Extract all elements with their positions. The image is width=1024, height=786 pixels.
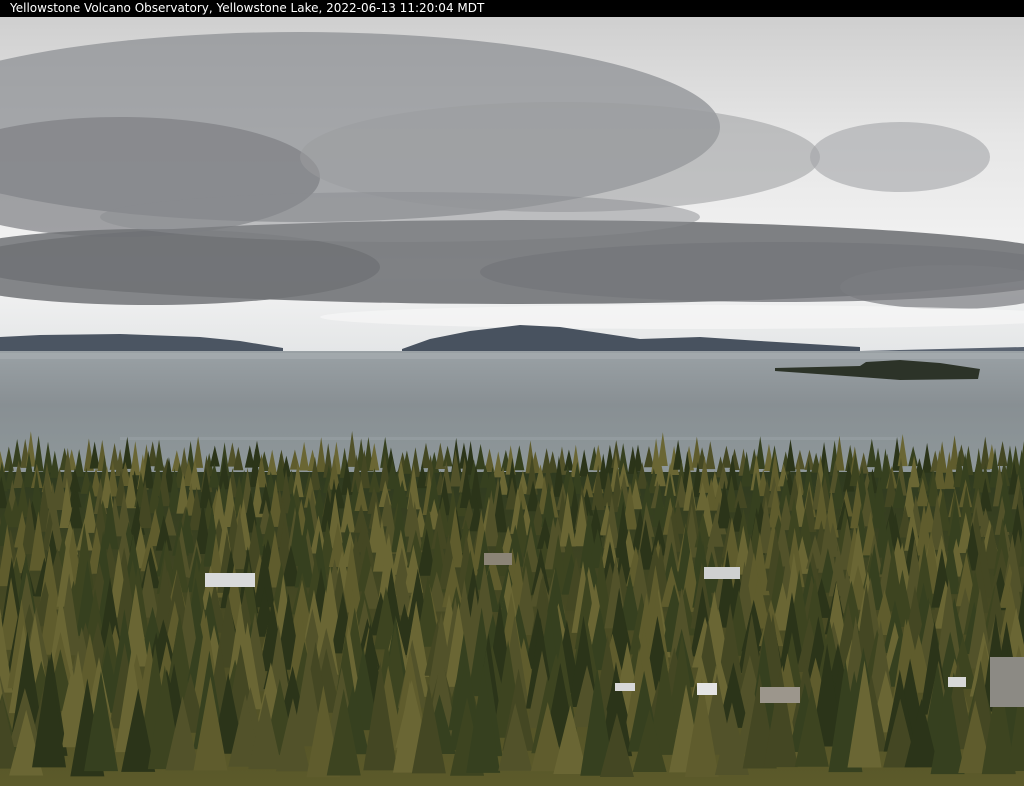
webcam-view: Yellowstone Volcano Observatory, Yellows… bbox=[0, 0, 1024, 786]
caption-text: Yellowstone Volcano Observatory, Yellows… bbox=[10, 1, 485, 15]
caption-bar: Yellowstone Volcano Observatory, Yellows… bbox=[0, 0, 1024, 17]
landscape-image bbox=[0, 17, 1024, 786]
tree-layer bbox=[0, 430, 1024, 778]
